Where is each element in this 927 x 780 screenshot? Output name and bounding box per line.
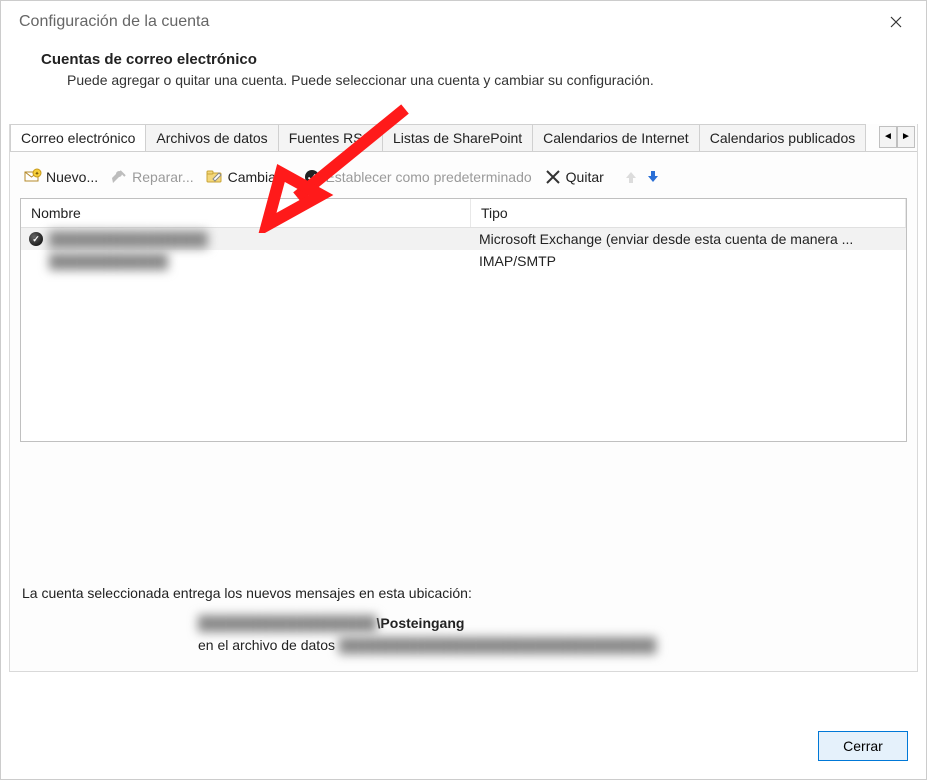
location-datafile-line: en el archivo de datos █████████████████… bbox=[22, 637, 905, 653]
set-default-button: Establecer como predeterminado bbox=[299, 166, 535, 188]
remove-label: Quitar bbox=[566, 169, 604, 185]
accounts-table: Nombre Tipo ✓ ████████████████ Microsoft… bbox=[20, 198, 907, 442]
footer: Cerrar bbox=[818, 731, 908, 761]
location-path-blurred: ██████████████████ bbox=[198, 615, 377, 631]
col-type-header[interactable]: Tipo bbox=[471, 199, 906, 227]
tab-sharepoint[interactable]: Listas de SharePoint bbox=[382, 124, 533, 151]
wrench-icon bbox=[110, 168, 128, 186]
table-header: Nombre Tipo bbox=[21, 199, 906, 228]
row-type-cell: Microsoft Exchange (enviar desde esta cu… bbox=[479, 231, 898, 247]
account-name-blurred: ████████████████ bbox=[49, 231, 208, 247]
datafile-path-blurred: ████████████████████████████████ bbox=[339, 637, 656, 653]
checkmark-circle-icon bbox=[303, 168, 321, 186]
new-label: Nuevo... bbox=[46, 169, 98, 185]
move-down-icon[interactable] bbox=[644, 168, 662, 186]
window-title: Configuración de la cuenta bbox=[19, 13, 209, 31]
location-posteingang: \Posteingang bbox=[377, 615, 465, 631]
remove-button[interactable]: Quitar bbox=[540, 166, 608, 188]
account-settings-window: Configuración de la cuenta Cuentas de co… bbox=[0, 0, 927, 780]
tab-email[interactable]: Correo electrónico bbox=[10, 124, 146, 152]
set-default-label: Establecer como predeterminado bbox=[325, 169, 531, 185]
titlebar: Configuración de la cuenta bbox=[1, 1, 926, 37]
tab-scroll-right[interactable]: ► bbox=[897, 126, 915, 148]
repair-button: Reparar... bbox=[106, 166, 197, 188]
change-label: Cambiar... bbox=[228, 169, 292, 185]
tab-data-files[interactable]: Archivos de datos bbox=[145, 124, 278, 151]
toolbar: ✦ Nuevo... Reparar... Cambiar... bbox=[10, 152, 917, 198]
header-block: Cuentas de correo electrónico Puede agre… bbox=[1, 37, 926, 96]
svg-text:✦: ✦ bbox=[34, 171, 39, 178]
header-title: Cuentas de correo electrónico bbox=[41, 51, 904, 68]
tabstrip: Correo electrónico Archivos de datos Fue… bbox=[10, 124, 917, 152]
location-path-line: ██████████████████\Posteingang bbox=[22, 615, 905, 631]
default-account-icon: ✓ bbox=[29, 232, 43, 246]
content-area: Correo electrónico Archivos de datos Fue… bbox=[9, 124, 918, 672]
folder-edit-icon bbox=[206, 168, 224, 186]
tab-scroll-left[interactable]: ◄ bbox=[879, 126, 897, 148]
tab-rss[interactable]: Fuentes RSS bbox=[278, 124, 383, 151]
header-description: Puede agregar o quitar una cuenta. Puede… bbox=[41, 72, 904, 88]
move-up-icon bbox=[622, 168, 640, 186]
new-button[interactable]: ✦ Nuevo... bbox=[20, 166, 102, 188]
tab-internet-calendars[interactable]: Calendarios de Internet bbox=[532, 124, 700, 151]
location-block: La cuenta seleccionada entrega los nuevo… bbox=[22, 585, 905, 659]
row-type-cell: IMAP/SMTP bbox=[479, 253, 898, 269]
account-name-blurred: ████████████ bbox=[49, 253, 168, 269]
table-row[interactable]: ✓ ████████████████ Microsoft Exchange (e… bbox=[21, 228, 906, 250]
table-row[interactable]: ████████████ IMAP/SMTP bbox=[21, 250, 906, 272]
tab-published-calendars[interactable]: Calendarios publicados bbox=[699, 124, 867, 151]
mail-new-icon: ✦ bbox=[24, 168, 42, 186]
col-name-header[interactable]: Nombre bbox=[21, 199, 471, 227]
close-icon[interactable] bbox=[882, 11, 910, 33]
close-button[interactable]: Cerrar bbox=[818, 731, 908, 761]
delete-x-icon bbox=[544, 168, 562, 186]
repair-label: Reparar... bbox=[132, 169, 193, 185]
row-name-cell: ✓ ████████████████ bbox=[29, 231, 479, 247]
datafile-label: en el archivo de datos bbox=[198, 637, 335, 653]
row-name-cell: ████████████ bbox=[29, 253, 479, 269]
tab-scroll-nav: ◄ ► bbox=[879, 126, 915, 148]
location-intro: La cuenta seleccionada entrega los nuevo… bbox=[22, 585, 905, 601]
change-button[interactable]: Cambiar... bbox=[202, 166, 296, 188]
